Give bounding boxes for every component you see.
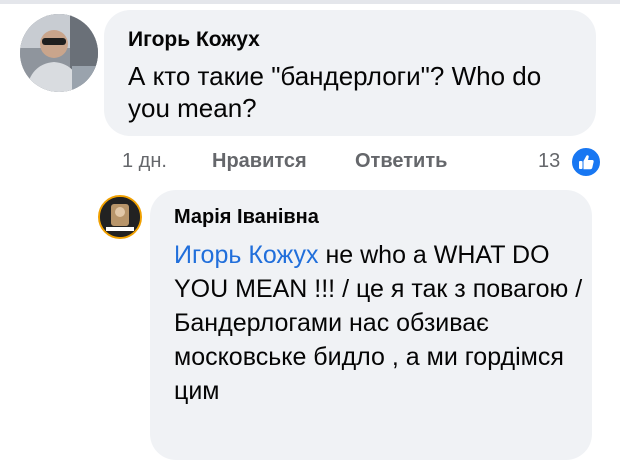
- like-button[interactable]: Нравится: [212, 150, 307, 173]
- reply-bubble: Марія Іванівна Игорь Кожух не who a WHAT…: [150, 190, 592, 460]
- avatar[interactable]: [20, 14, 98, 92]
- comment-timestamp[interactable]: 1 дн.: [122, 150, 167, 173]
- avatar-photo: [20, 14, 98, 92]
- comment-text: А кто такие "бандерлоги"? Who do you mea…: [128, 61, 542, 123]
- like-reaction-icon[interactable]: [570, 146, 602, 178]
- reply-text: Игорь Кожух не who a WHAT DO YOU MEAN !!…: [174, 238, 584, 408]
- reaction-count[interactable]: 13: [538, 150, 560, 173]
- reply-author-name[interactable]: Марія Іванівна: [174, 206, 319, 229]
- comment-actions: 1 дн. Нравится Ответить 13: [0, 146, 620, 176]
- top-divider: [0, 0, 620, 4]
- mention-link[interactable]: Игорь Кожух: [174, 241, 319, 269]
- reply-avatar[interactable]: [98, 195, 142, 239]
- avatar-photo: [100, 197, 140, 237]
- thumbs-up-icon: [579, 155, 594, 170]
- reply-button[interactable]: Ответить: [355, 150, 447, 173]
- comment-bubble: Игорь Кожух А кто такие "бандерлоги"? Wh…: [104, 10, 596, 136]
- comment-author-name[interactable]: Игорь Кожух: [128, 28, 260, 52]
